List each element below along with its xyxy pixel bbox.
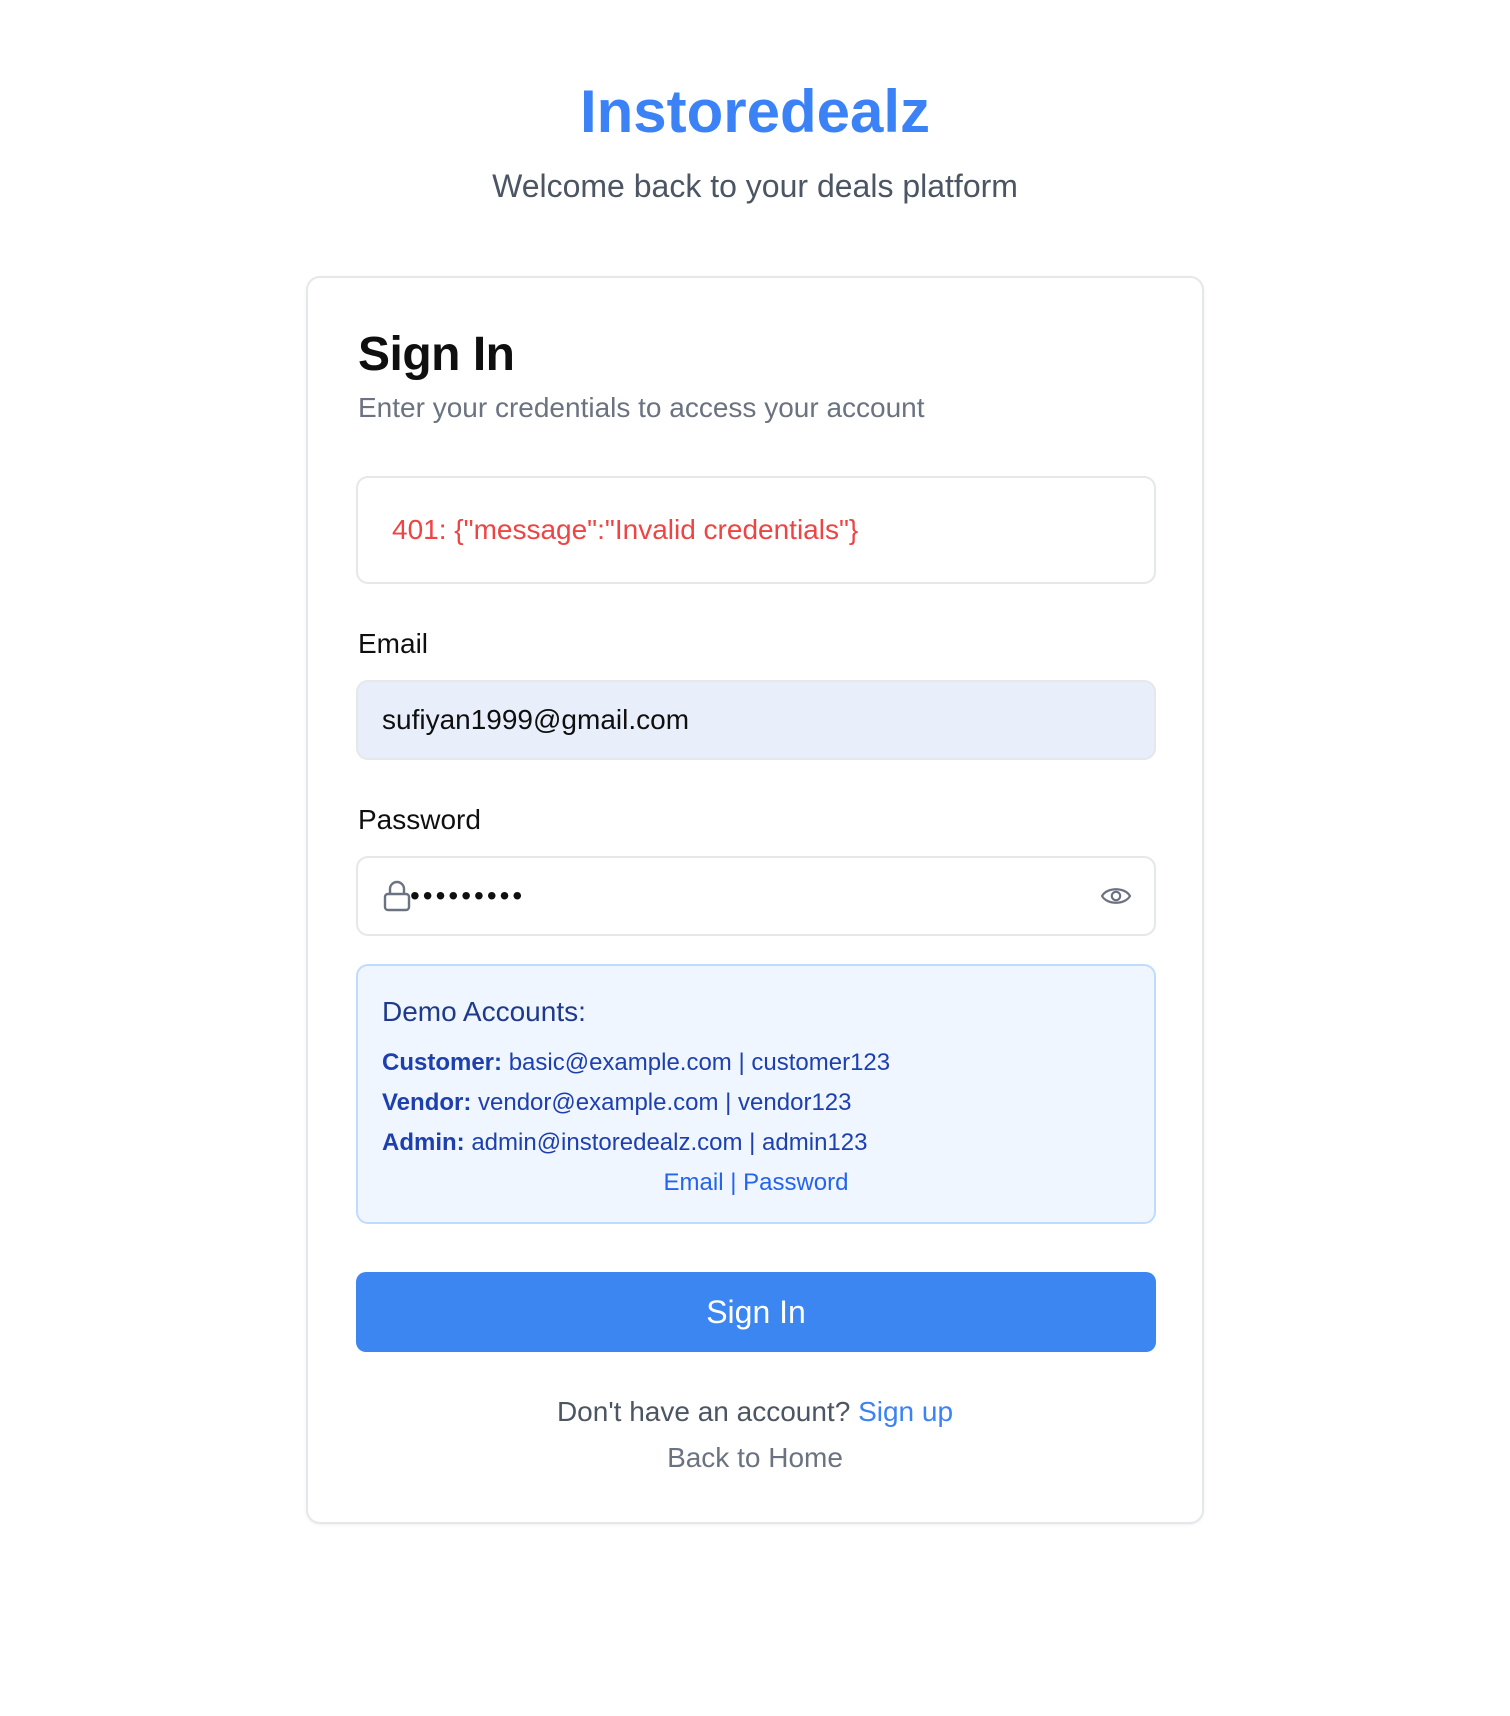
demo-account-credentials: basic@example.com | customer123 [508, 1049, 891, 1076]
signup-link[interactable]: Sign up [858, 1396, 953, 1427]
signin-card: Sign In Enter your credentials to access… [306, 276, 1204, 1524]
demo-account-vendor: Vendor: vendor@example.com | vendor123 [382, 1088, 851, 1118]
card-subtitle: Enter your credentials to access your ac… [358, 392, 925, 423]
demo-accounts-title: Demo Accounts: [382, 996, 586, 1027]
eye-icon[interactable] [1100, 882, 1132, 910]
demo-account-credentials: admin@instoredealz.com | admin123 [471, 1129, 868, 1156]
signin-button[interactable]: Sign In [356, 1272, 1156, 1352]
error-alert: 401: {"message":"Invalid credentials"} [356, 476, 1156, 584]
brand-title: Instoredealz [579, 78, 931, 145]
back-to-home-link[interactable]: Back to Home [308, 1440, 1202, 1476]
email-label: Email [358, 628, 429, 659]
demo-account-credentials: vendor@example.com | vendor123 [478, 1089, 852, 1116]
demo-account-role: Customer: [382, 1049, 503, 1076]
demo-account-role: Vendor: [382, 1089, 472, 1116]
card-title: Sign In [358, 328, 515, 381]
signup-prompt: Don't have an account? [556, 1396, 851, 1427]
demo-account-customer: Customer: basic@example.com | customer12… [382, 1048, 890, 1078]
brand-tagline: Welcome back to your deals platform [492, 168, 1018, 204]
demo-accounts-hint: Email | Password [663, 1169, 849, 1196]
lock-icon [383, 880, 411, 912]
email-field[interactable] [356, 680, 1156, 760]
signup-row: Don't have an account? Sign up [308, 1394, 1202, 1430]
password-value: ••••••••• [410, 880, 526, 911]
password-label: Password [358, 804, 481, 835]
demo-account-admin: Admin: admin@instoredealz.com | admin123 [382, 1128, 867, 1158]
error-message: 401: {"message":"Invalid credentials"} [392, 514, 859, 545]
password-field[interactable]: ••••••••• [356, 856, 1156, 936]
demo-accounts-panel: Demo Accounts: Customer: basic@example.c… [356, 964, 1156, 1224]
demo-account-role: Admin: [382, 1129, 465, 1156]
